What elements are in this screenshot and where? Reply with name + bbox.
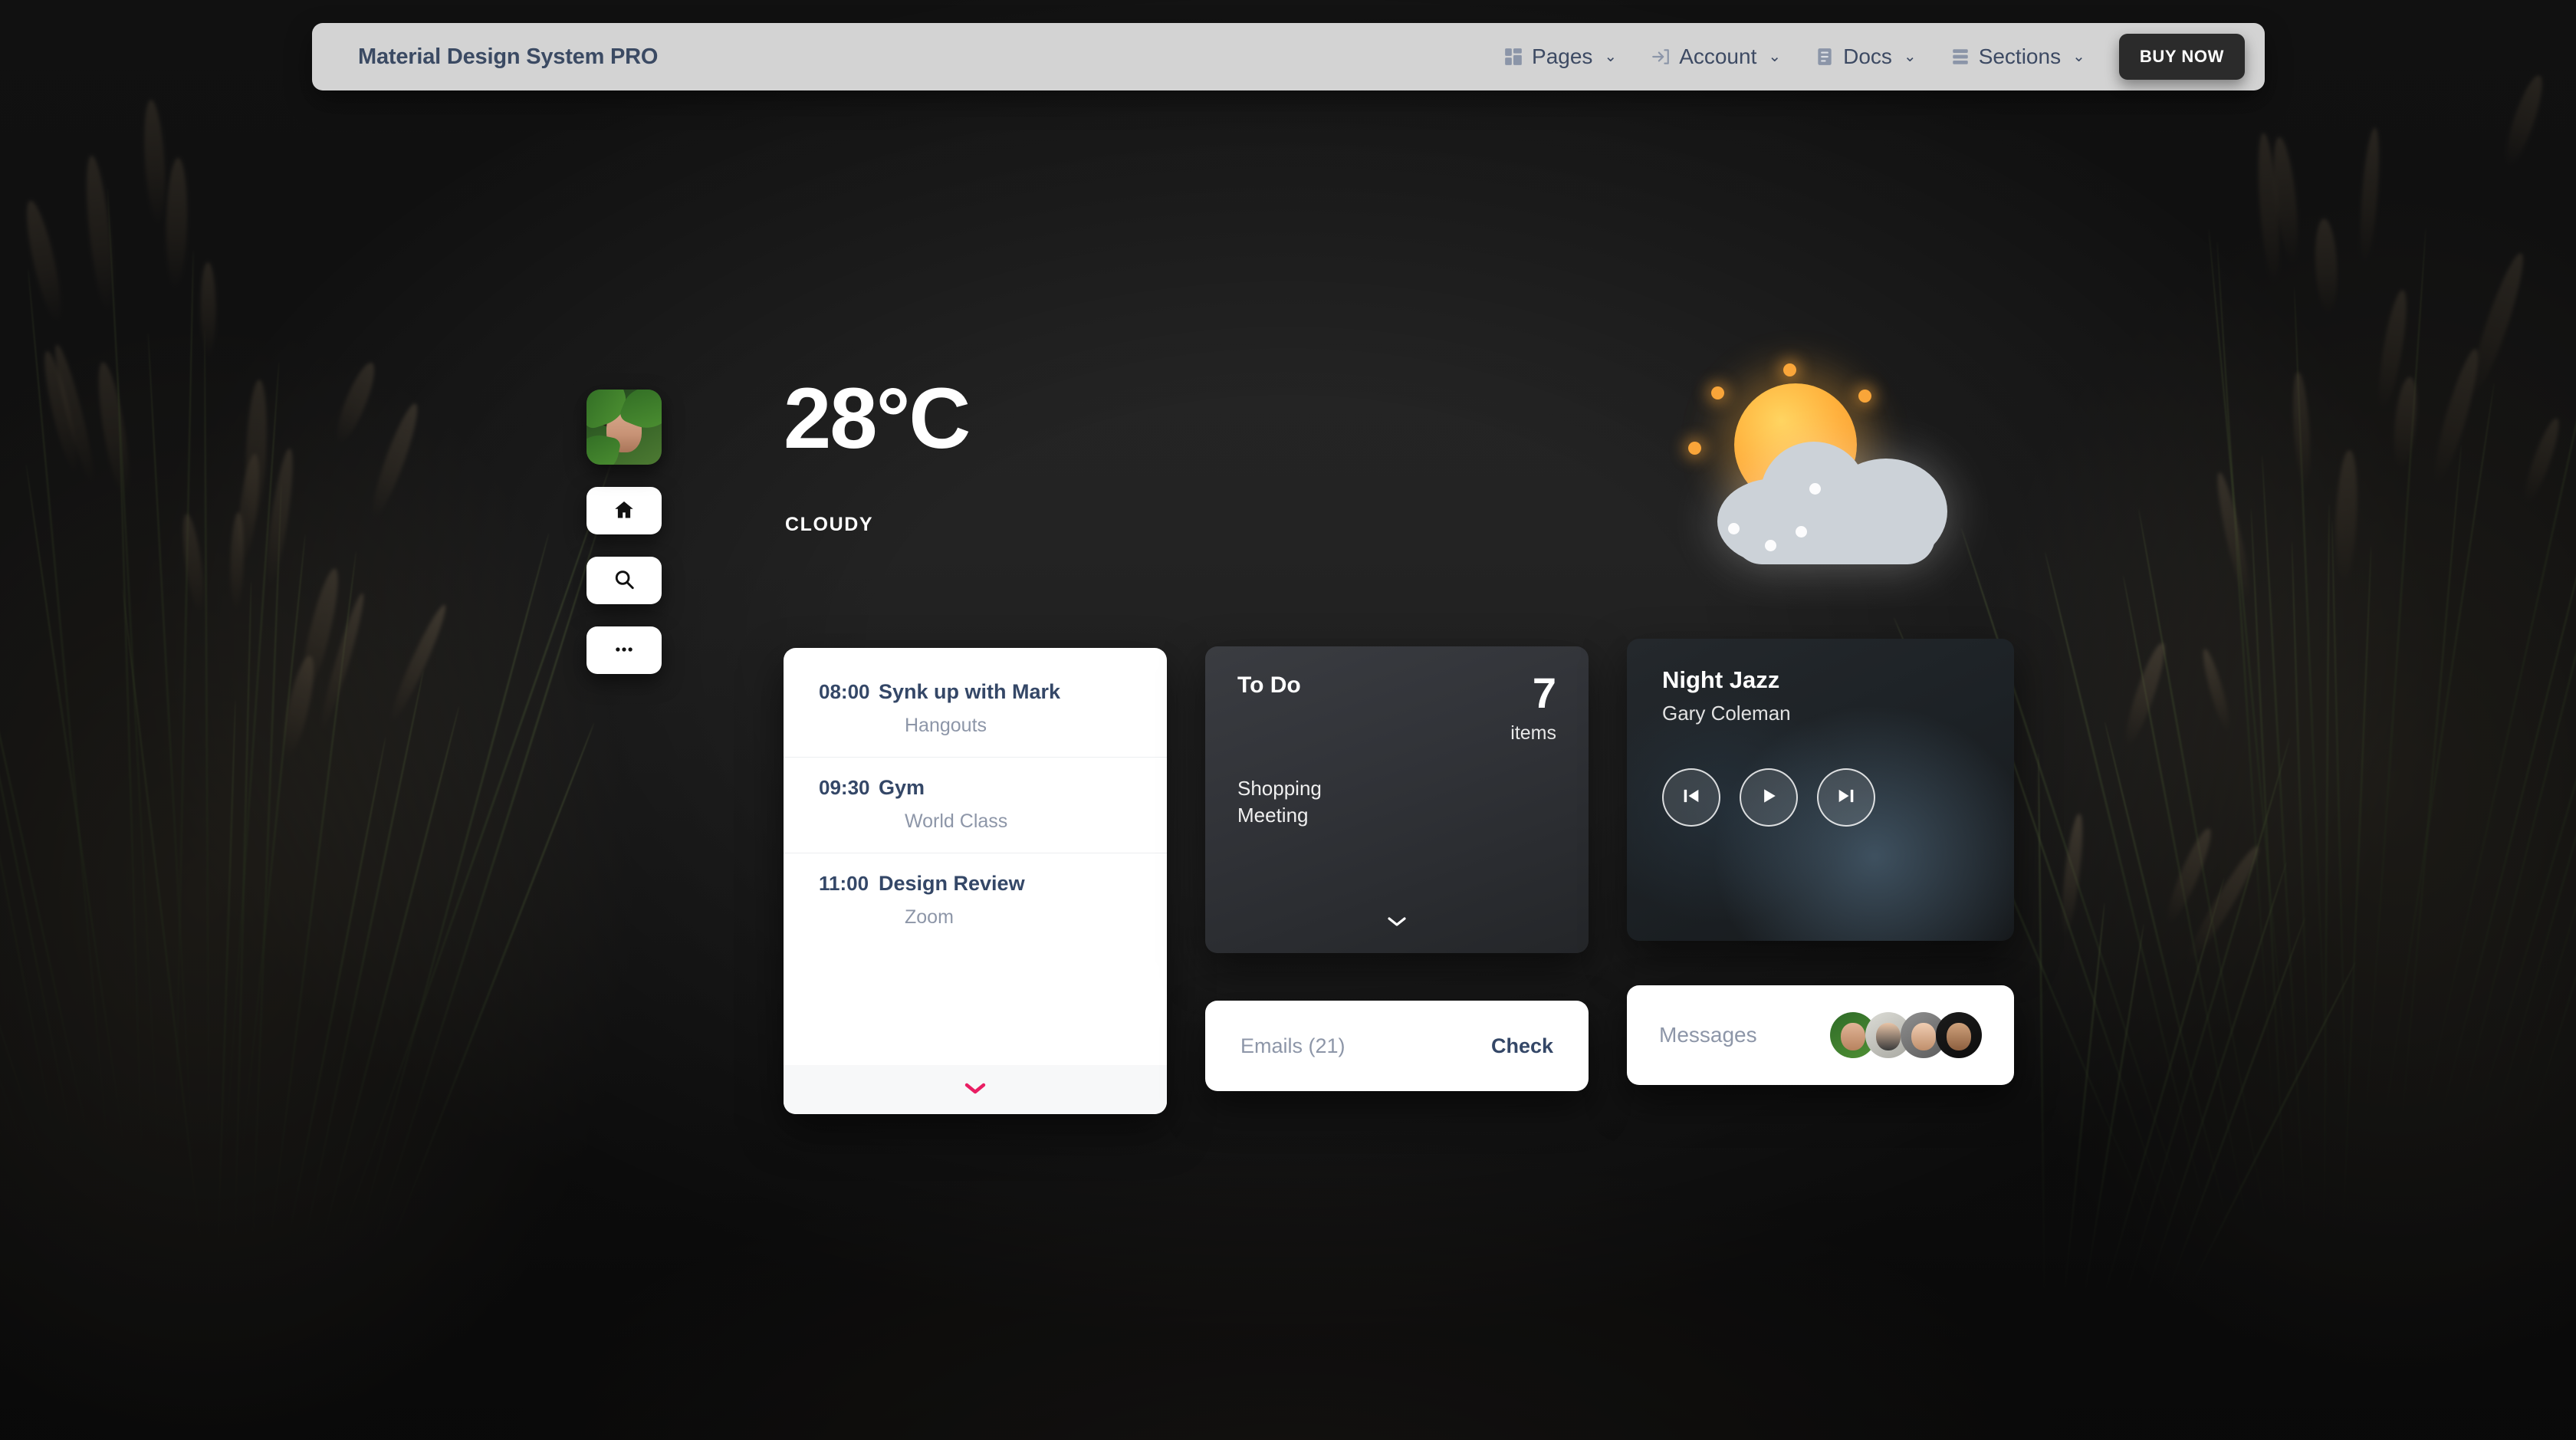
nav-item-pages[interactable]: Pages ⌄ — [1487, 37, 1634, 77]
schedule-subtitle: World Class — [905, 810, 1132, 833]
schedule-title: Design Review — [879, 872, 1025, 896]
sun-ray — [1711, 386, 1724, 399]
todo-expand-button[interactable] — [1205, 914, 1589, 933]
login-arrow-icon — [1651, 46, 1671, 67]
sun-ray — [1688, 442, 1701, 455]
nav-label-docs: Docs — [1843, 44, 1892, 69]
schedule-title: Gym — [879, 776, 925, 800]
chevron-down-icon — [1385, 914, 1409, 933]
rail-button-home[interactable] — [586, 487, 662, 534]
nav-item-docs[interactable]: Docs ⌄ — [1798, 37, 1934, 77]
weather-condition: CLOUDY — [785, 514, 873, 536]
stacked-bars-icon — [1950, 46, 1970, 67]
play-button[interactable] — [1740, 768, 1798, 827]
rail-button-search[interactable] — [586, 557, 662, 604]
home-icon — [613, 498, 636, 524]
schedule-expand-button[interactable] — [784, 1065, 1167, 1114]
play-icon — [1758, 785, 1779, 810]
chevron-down-icon: ⌄ — [1604, 49, 1617, 64]
schedule-time: 09:30 — [819, 776, 879, 800]
schedule-list: 08:00 Synk up with Mark Hangouts 09:30 G… — [784, 648, 1167, 1065]
schedule-subtitle: Hangouts — [905, 715, 1132, 737]
buy-now-button[interactable]: BUY NOW — [2119, 34, 2245, 80]
temperature-value: 28°C — [784, 376, 969, 462]
schedule-time: 11:00 — [819, 872, 879, 896]
chevron-down-icon — [962, 1080, 988, 1100]
messages-avatar-group — [1830, 1012, 1982, 1058]
music-card: Night Jazz Gary Coleman — [1627, 639, 2014, 941]
navbar: Material Design System PRO Pages ⌄ Accou… — [312, 23, 2265, 90]
schedule-card: 08:00 Synk up with Mark Hangouts 09:30 G… — [784, 648, 1167, 1114]
chevron-down-icon: ⌄ — [1904, 49, 1917, 64]
messages-label: Messages — [1659, 1023, 1757, 1047]
more-dots-icon — [613, 638, 636, 663]
rail-button-more[interactable] — [586, 626, 662, 674]
next-button[interactable] — [1817, 768, 1875, 827]
previous-button[interactable] — [1662, 768, 1720, 827]
todo-card: To Do 7 items Shopping Meeting — [1205, 646, 1589, 953]
navbar-links: Pages ⌄ Account ⌄ Docs ⌄ Sections ⌄ BUY … — [1487, 34, 2245, 80]
avatar[interactable] — [586, 390, 662, 465]
chevron-down-icon: ⌄ — [1768, 49, 1781, 64]
todo-count: 7 — [1510, 672, 1556, 713]
nav-item-sections[interactable]: Sections ⌄ — [1934, 37, 2102, 77]
skip-previous-icon — [1681, 785, 1702, 810]
cloud-shape — [1717, 436, 1947, 566]
todo-item[interactable]: Shopping — [1237, 777, 1556, 801]
todo-title: To Do — [1237, 672, 1301, 699]
todo-item[interactable]: Meeting — [1237, 804, 1556, 827]
schedule-subtitle: Zoom — [905, 906, 1132, 929]
emails-card[interactable]: Emails (21) Check — [1205, 1001, 1589, 1091]
nav-label-pages: Pages — [1532, 44, 1592, 69]
schedule-title: Synk up with Mark — [879, 680, 1060, 704]
music-artist: Gary Coleman — [1662, 702, 1979, 725]
nav-label-account: Account — [1679, 44, 1756, 69]
avatar[interactable] — [1936, 1012, 1982, 1058]
sun-behind-cloud-icon — [1687, 376, 1963, 575]
search-icon — [613, 568, 636, 593]
schedule-row[interactable]: 08:00 Synk up with Mark Hangouts — [784, 662, 1167, 758]
nav-label-sections: Sections — [1979, 44, 2061, 69]
emails-check-button[interactable]: Check — [1491, 1034, 1553, 1058]
music-controls — [1662, 768, 1979, 827]
chevron-down-icon: ⌄ — [2072, 49, 2085, 64]
messages-card[interactable]: Messages — [1627, 985, 2014, 1085]
schedule-time: 08:00 — [819, 680, 879, 704]
nav-item-account[interactable]: Account ⌄ — [1634, 37, 1798, 77]
sun-ray — [1858, 390, 1871, 403]
music-title: Night Jazz — [1662, 666, 1979, 694]
schedule-row[interactable]: 11:00 Design Review Zoom — [784, 853, 1167, 948]
dashboard-grid-icon — [1503, 46, 1523, 67]
document-icon — [1815, 46, 1835, 67]
emails-label: Emails (21) — [1240, 1034, 1346, 1058]
left-rail — [586, 390, 662, 674]
skip-next-icon — [1835, 785, 1857, 810]
schedule-row[interactable]: 09:30 Gym World Class — [784, 758, 1167, 853]
sun-ray — [1783, 363, 1796, 376]
todo-count-label: items — [1510, 722, 1556, 745]
brand-title: Material Design System PRO — [358, 44, 658, 70]
